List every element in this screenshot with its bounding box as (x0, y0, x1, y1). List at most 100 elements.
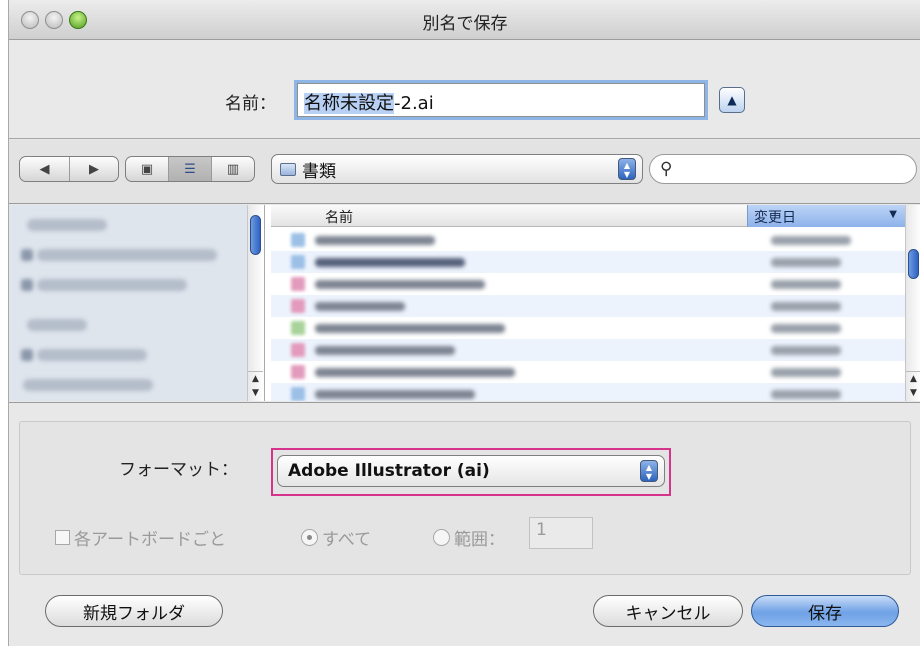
folder-icon (280, 162, 296, 176)
save-button[interactable]: 保存 (751, 595, 899, 627)
save-as-dialog: 別名で保存 名前： 名称未設定-2.ai ▲ ◀ ▶ ▣ ☰ ▥ 書類 ▲ ▼ ⚲ (8, 0, 920, 646)
file-row[interactable] (271, 317, 907, 339)
artboards-checkbox[interactable] (55, 530, 70, 545)
file-list-header: 名前 変更日 ▼ (271, 205, 907, 227)
sidebar-scroll-up-icon[interactable]: ▲ (248, 372, 263, 386)
sidebar-scroll-thumb[interactable] (250, 215, 261, 255)
file-name (315, 302, 405, 311)
format-options-box (19, 421, 911, 575)
file-row[interactable] (271, 383, 907, 401)
file-name (315, 390, 475, 399)
file-name (315, 368, 515, 377)
sidebar-item-disk[interactable] (37, 249, 217, 261)
sidebar-section-devices (27, 219, 107, 231)
filename-input[interactable]: 名称未設定-2.ai (297, 83, 705, 117)
file-list-scroll-up-icon[interactable]: ▲ (906, 372, 920, 386)
file-row[interactable] (271, 361, 907, 383)
sidebar-scroll-arrows[interactable]: ▲ ▼ (248, 371, 263, 401)
search-field[interactable]: ⚲ (649, 154, 917, 184)
artboards-checkbox-row[interactable]: 各アートボードごと (55, 525, 226, 550)
range-input[interactable]: 1 (529, 517, 593, 549)
sort-descending-icon: ▼ (889, 209, 897, 220)
folder-icon (291, 387, 305, 401)
format-popup[interactable]: Adobe Illustrator (ai) ▲ ▼ (277, 455, 665, 487)
browser-toolbar: ◀ ▶ ▣ ☰ ▥ 書類 ▲ ▼ ⚲ (9, 140, 920, 204)
network-icon (21, 349, 33, 361)
range-radio[interactable] (433, 529, 450, 546)
document-icon (291, 365, 305, 379)
column-view-icon[interactable]: ▥ (212, 157, 254, 181)
icon-view-icon[interactable]: ▣ (126, 157, 169, 181)
column-header-date[interactable]: 変更日 ▼ (747, 205, 907, 227)
folder-icon (291, 233, 305, 247)
search-icon: ⚲ (660, 159, 673, 179)
file-name (315, 236, 435, 245)
all-radio-row[interactable]: すべて (301, 525, 371, 550)
location-label: 書類 (302, 161, 336, 182)
file-date (771, 346, 841, 355)
format-label: フォーマット： (119, 460, 238, 480)
sidebar-scroll-down-icon[interactable]: ▼ (248, 386, 263, 400)
view-mode-control: ▣ ☰ ▥ (125, 156, 255, 182)
file-row[interactable] (271, 339, 907, 361)
history-nav: ◀ ▶ (19, 156, 119, 182)
artboards-label: 各アートボードごと (74, 530, 226, 550)
title-bar: 別名で保存 (9, 0, 920, 40)
file-date (771, 236, 851, 245)
file-list-scroll-thumb[interactable] (908, 249, 919, 279)
column-header-date-label: 変更日 (754, 210, 796, 226)
spreadsheet-icon (291, 321, 305, 335)
forward-icon[interactable]: ▶ (70, 157, 118, 181)
all-label: すべて (322, 530, 372, 550)
options-panel: フォーマット： Adobe Illustrator (ai) ▲ ▼ 各アートボー… (9, 402, 920, 646)
file-name (315, 280, 485, 289)
file-date (771, 368, 841, 377)
file-list: 名前 変更日 ▼ (271, 205, 907, 401)
back-icon[interactable]: ◀ (20, 157, 70, 181)
name-label: 名前： (225, 94, 276, 114)
all-radio[interactable] (301, 529, 318, 546)
new-folder-button[interactable]: 新規フォルダ (45, 595, 223, 627)
file-date (771, 390, 841, 399)
file-date (771, 324, 841, 333)
expand-dialog-button[interactable]: ▲ (719, 87, 745, 113)
file-row[interactable] (271, 251, 907, 273)
file-date (771, 280, 841, 289)
cancel-button[interactable]: キャンセル (593, 595, 743, 627)
file-list-scroll-arrows[interactable]: ▲ ▼ (906, 371, 920, 401)
file-date (771, 302, 841, 311)
file-name (315, 258, 465, 267)
sidebar-section-shared (27, 319, 87, 331)
file-list-scrollbar[interactable]: ▲ ▼ (905, 205, 920, 401)
sidebar-item-macintosh-hd[interactable] (37, 279, 187, 291)
file-row[interactable] (271, 229, 907, 251)
filename-selected-text: 名称未設定 (304, 93, 394, 114)
location-chevron-icon: ▲ ▼ (618, 158, 636, 180)
filename-extension-text: -2.ai (394, 93, 434, 114)
range-radio-row[interactable]: 範囲： (433, 525, 505, 550)
window-title: 別名で保存 (422, 14, 508, 34)
list-view-icon[interactable]: ☰ (169, 157, 212, 181)
file-row[interactable] (271, 295, 907, 317)
sidebar-item-server-1[interactable] (37, 349, 147, 361)
disk-icon (21, 249, 33, 261)
file-date (771, 258, 841, 267)
file-row[interactable] (271, 273, 907, 295)
file-name (315, 324, 505, 333)
document-icon (291, 299, 305, 313)
file-name (315, 346, 455, 355)
folder-icon (291, 255, 305, 269)
sidebar-item-server-2[interactable] (23, 379, 153, 391)
name-section: 名前： 名称未設定-2.ai ▲ (9, 41, 920, 139)
location-popup[interactable]: 書類 ▲ ▼ (271, 154, 643, 184)
document-icon (291, 343, 305, 357)
hard-drive-icon (21, 279, 33, 291)
sidebar-scrollbar[interactable]: ▲ ▼ (247, 205, 264, 401)
format-chevron-icon: ▲ ▼ (640, 460, 658, 482)
sidebar: ▲ ▼ (9, 205, 265, 401)
file-browser: ▲ ▼ 名前 変更日 ▼ ▲ ▼ (9, 205, 920, 401)
format-value: Adobe Illustrator (ai) (288, 461, 490, 481)
column-header-name[interactable]: 名前 (325, 207, 353, 227)
file-list-scroll-down-icon[interactable]: ▼ (906, 386, 920, 400)
range-label: 範囲： (454, 530, 505, 550)
